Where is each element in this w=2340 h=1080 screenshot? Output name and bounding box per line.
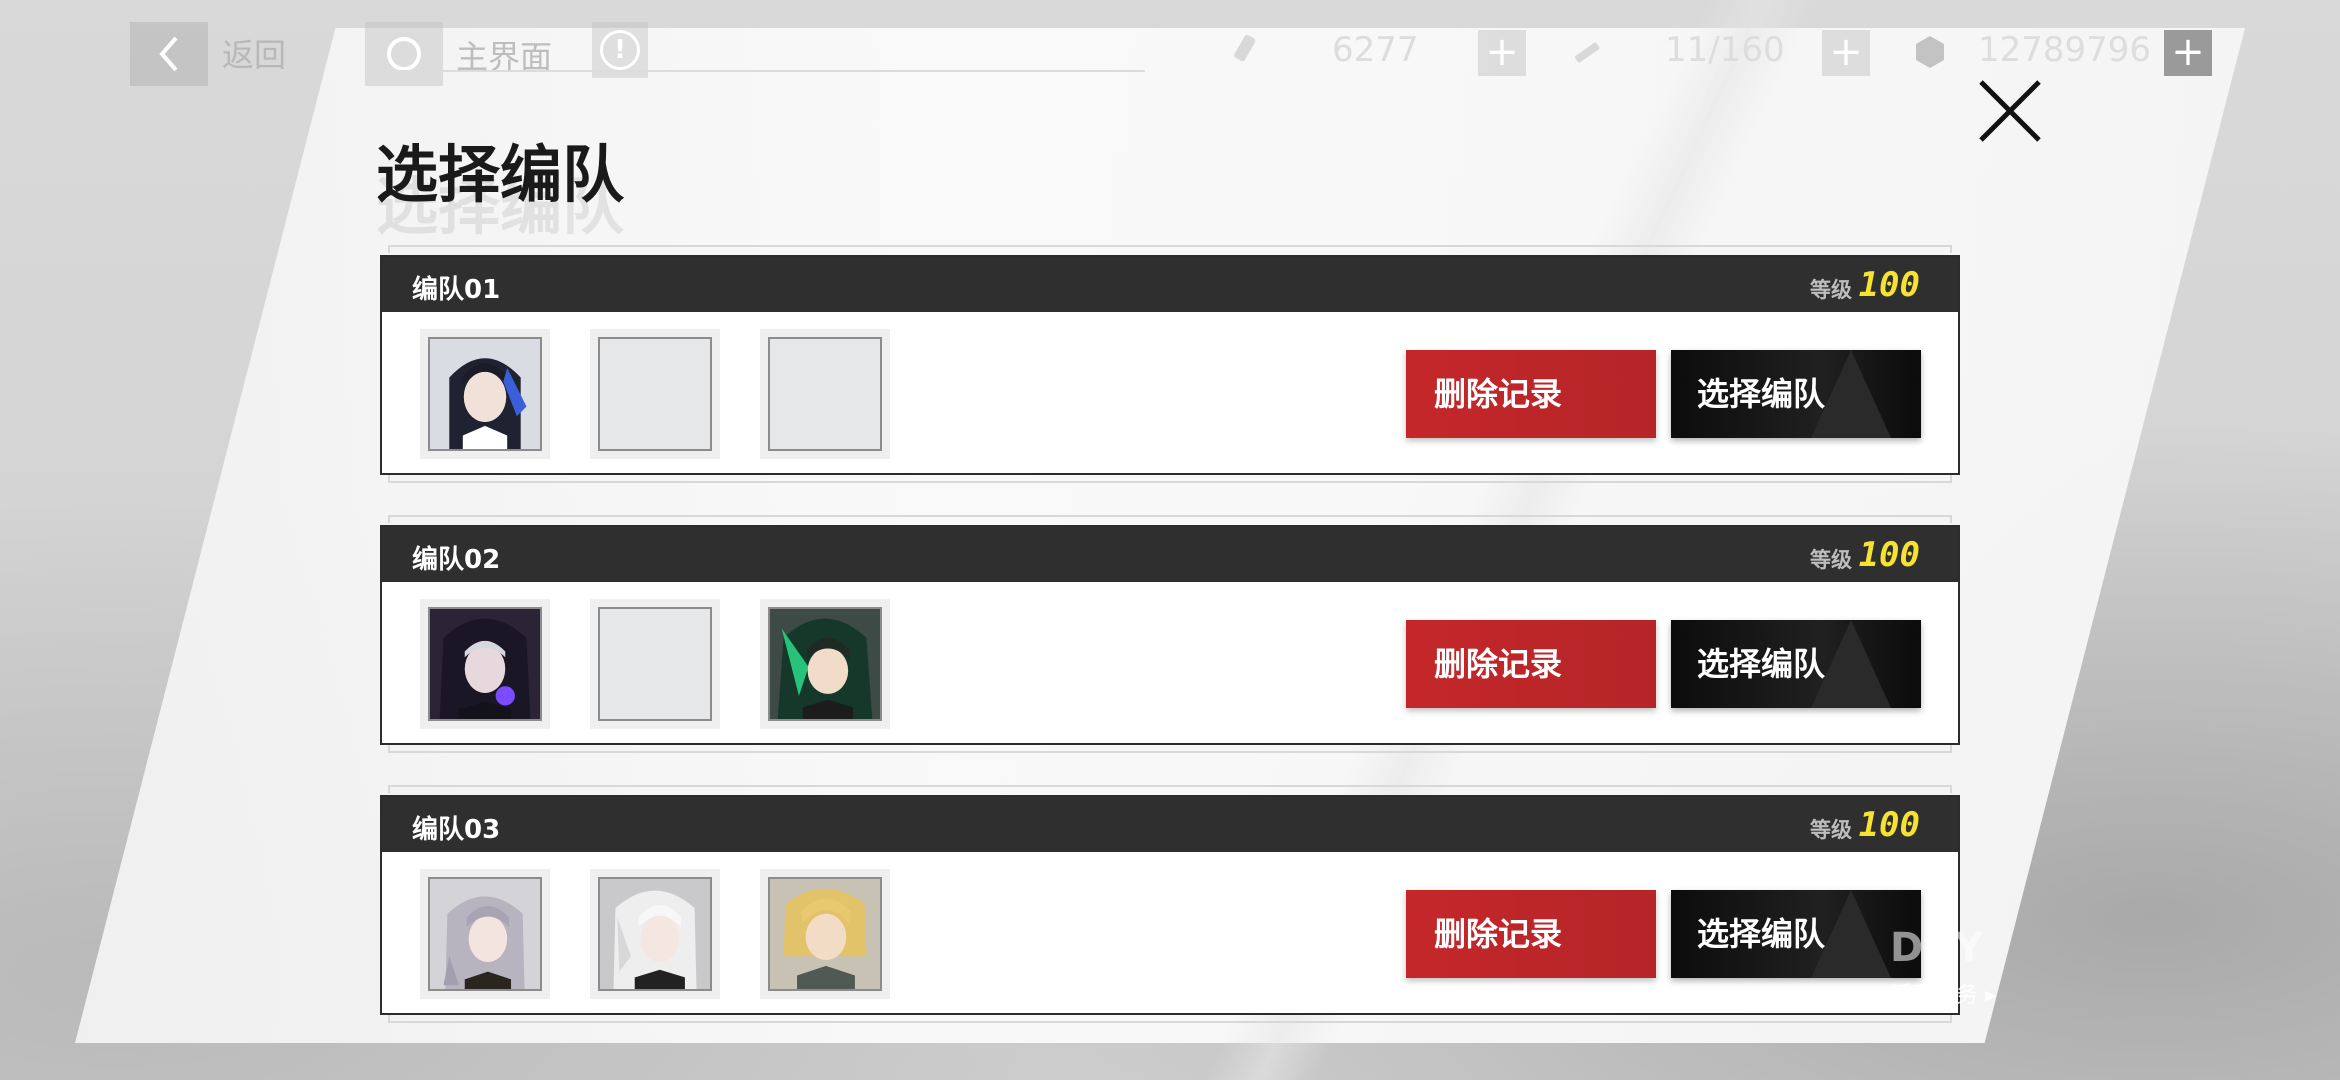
squad-frame-top — [388, 515, 1952, 523]
level-label: 等级 — [1810, 818, 1852, 842]
character-portrait — [430, 879, 540, 989]
page-title: 选择编队 — [376, 138, 625, 211]
syringe-icon — [1575, 42, 1600, 63]
squad-frame-bottom — [388, 475, 1952, 483]
level-label: 等级 — [1810, 548, 1852, 572]
member-slot[interactable] — [420, 329, 550, 459]
select-squad-label: 选择编队 — [1697, 645, 1826, 683]
member-slot[interactable] — [420, 869, 550, 999]
delete-record-button[interactable]: 删除记录 — [1406, 350, 1656, 438]
select-squad-label: 选择编队 — [1697, 915, 1826, 953]
back-button[interactable] — [130, 22, 208, 86]
back-label[interactable]: 返回 — [222, 30, 286, 76]
member-slot[interactable] — [760, 869, 890, 999]
member-slot-empty[interactable] — [760, 329, 890, 459]
level-value: 100 — [1858, 535, 1920, 575]
character-portrait — [770, 879, 880, 989]
delete-record-button[interactable]: 删除记录 — [1406, 890, 1656, 978]
coin-icon — [1916, 36, 1944, 68]
coin-value: 12789796 — [1978, 30, 2152, 70]
info-icon: ! — [600, 30, 640, 70]
squad-frame-top — [388, 785, 1952, 793]
coin-add-button[interactable]: + — [2164, 30, 2212, 76]
member-slot-empty[interactable] — [590, 599, 720, 729]
squad-name: 编队03 — [412, 815, 501, 845]
squad-name: 编队01 — [412, 275, 501, 305]
select-squad-button[interactable]: 选择编队 — [1671, 890, 1921, 978]
member-slot[interactable] — [760, 599, 890, 729]
squad-card: 编队02 等级 100 删除记录 选择编队 — [380, 525, 1960, 745]
member-slot[interactable] — [590, 869, 720, 999]
stamina-add-button[interactable]: + — [1478, 30, 1526, 76]
stamina-icon — [1234, 34, 1256, 62]
member-slot-empty[interactable] — [590, 329, 720, 459]
select-squad-label: 选择编队 — [1697, 375, 1826, 413]
syringe-value: 11/160 — [1665, 30, 1785, 70]
chevron-left-icon — [159, 36, 178, 72]
squad-frame-bottom — [388, 745, 1952, 753]
squad-header: 编队02 等级 100 — [382, 527, 1958, 582]
syringe-add-button[interactable]: + — [1822, 30, 1870, 76]
squad-name: 编队02 — [412, 545, 501, 575]
squad-header: 编队03 等级 100 — [382, 797, 1958, 852]
event-task-label: 活动任务 ▸ — [1890, 983, 1997, 1008]
character-portrait — [600, 879, 710, 989]
character-portrait — [430, 339, 540, 449]
squad-header: 编队01 等级 100 — [382, 257, 1958, 312]
squad-card: 编队01 等级 100 删除记录 选择编队 — [380, 255, 1960, 475]
stamina-value: 6277 — [1332, 30, 1419, 70]
close-icon[interactable] — [1975, 76, 2045, 146]
top-divider — [380, 70, 1145, 72]
squad-card: 编队03 等级 100 删除记录 选择编队 — [380, 795, 1960, 1015]
select-squad-button[interactable]: 选择编队 — [1671, 350, 1921, 438]
member-slot[interactable] — [420, 599, 550, 729]
level-value: 100 — [1858, 805, 1920, 845]
character-portrait — [430, 609, 540, 719]
character-portrait — [770, 609, 880, 719]
event-logo: DAY — [1890, 925, 1986, 971]
event-task-shortcut[interactable]: DAY 活动任务 ▸ — [1890, 925, 2020, 1015]
squad-frame-bottom — [388, 1015, 1952, 1023]
home-icon — [387, 37, 421, 71]
level-value: 100 — [1858, 265, 1920, 305]
delete-record-button[interactable]: 删除记录 — [1406, 620, 1656, 708]
home-button[interactable] — [365, 22, 443, 86]
squad-frame-top — [388, 245, 1952, 253]
level-label: 等级 — [1810, 278, 1852, 302]
select-squad-button[interactable]: 选择编队 — [1671, 620, 1921, 708]
